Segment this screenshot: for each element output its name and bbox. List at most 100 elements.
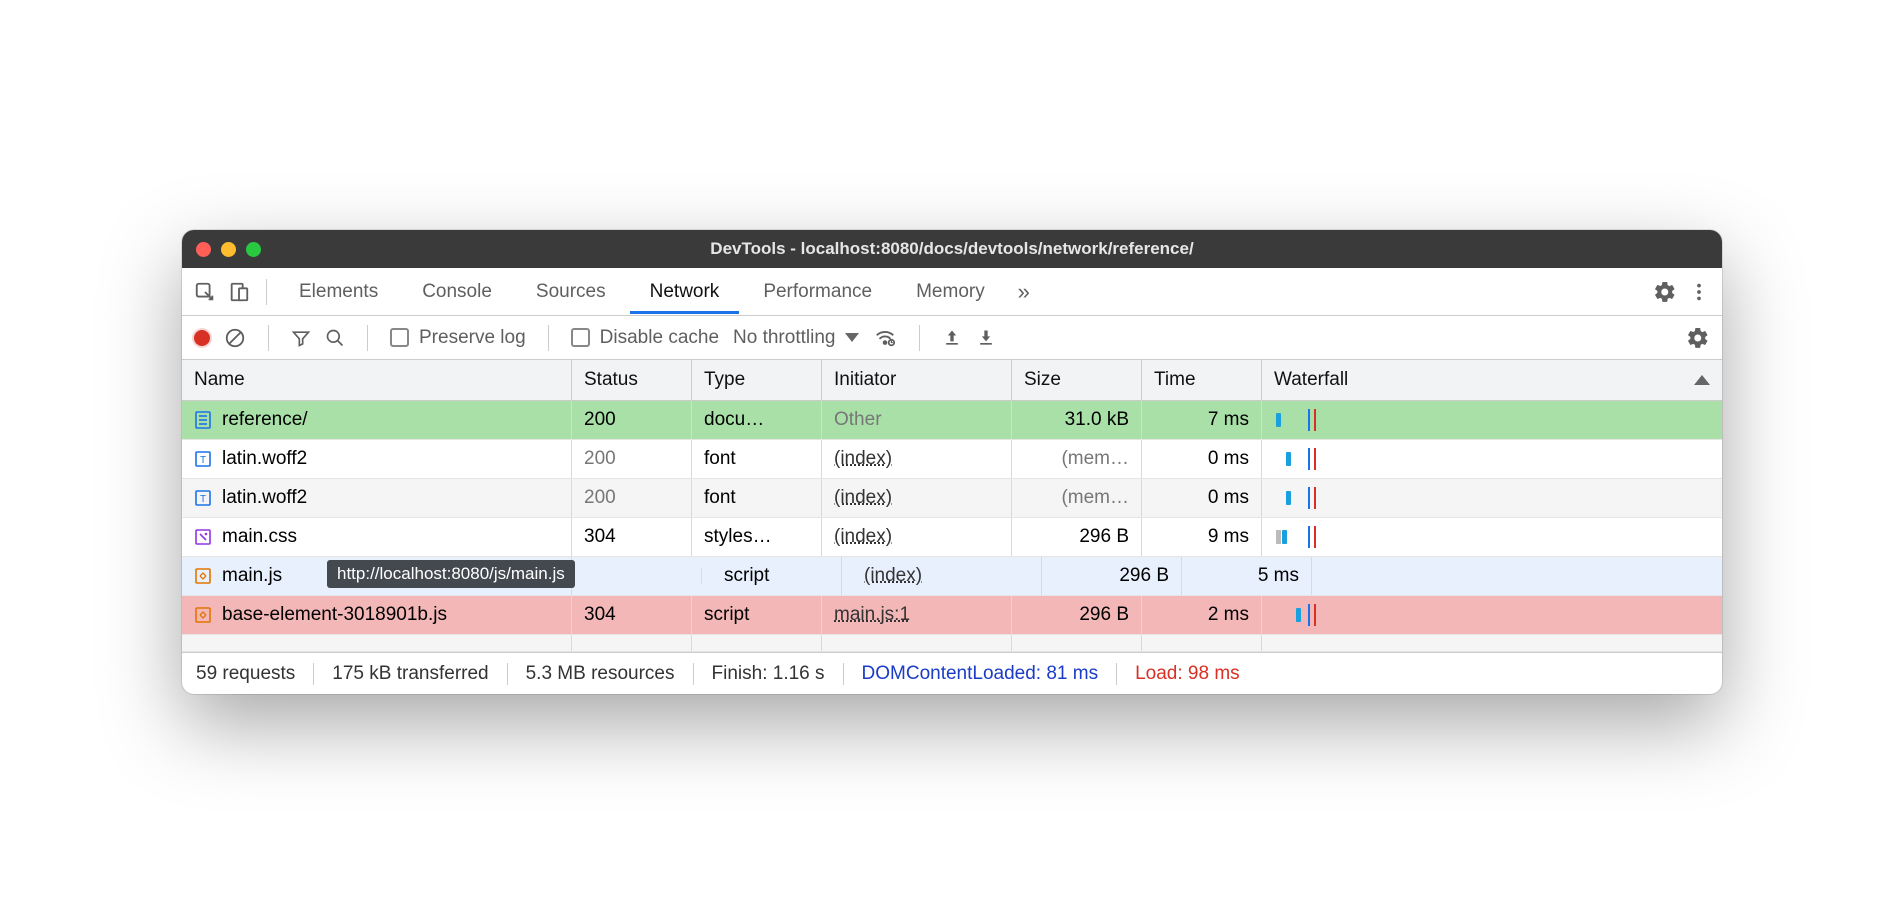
cell-status: 304 <box>572 596 692 634</box>
col-initiator[interactable]: Initiator <box>822 360 1012 400</box>
initiator-link[interactable]: main.js:1 <box>834 604 910 626</box>
cell-type: styles… <box>692 518 822 556</box>
cell-status: 200 <box>572 440 692 478</box>
cell-initiator: (index) <box>852 557 1042 595</box>
inspect-element-icon[interactable] <box>190 281 220 303</box>
col-time[interactable]: Time <box>1142 360 1262 400</box>
request-row[interactable]: base-element-3018901b.js304scriptmain.js… <box>182 596 1722 635</box>
doc-file-icon <box>194 411 212 429</box>
cell-initiator <box>822 635 1012 651</box>
js-file-icon <box>194 606 212 624</box>
more-tabs-icon[interactable]: » <box>1009 279 1039 305</box>
search-icon[interactable] <box>325 328 345 348</box>
col-type[interactable]: Type <box>692 360 822 400</box>
cell-time: 0 ms <box>1142 440 1262 478</box>
tab-sources[interactable]: Sources <box>516 270 626 314</box>
cell-status: 200 <box>572 401 692 439</box>
cell-time: 0 ms <box>1142 479 1262 517</box>
font-file-icon: T <box>194 450 212 468</box>
cell-size <box>1012 635 1142 651</box>
cell-waterfall <box>1262 440 1722 478</box>
col-status[interactable]: Status <box>572 360 692 400</box>
stat-load: Load: 98 ms <box>1117 663 1258 685</box>
request-row[interactable]: reference/200docu…Other31.0 kB7 ms <box>182 401 1722 440</box>
initiator-link[interactable]: (index) <box>864 565 922 587</box>
initiator-link[interactable]: (index) <box>834 526 892 548</box>
col-name[interactable]: Name <box>182 360 572 400</box>
initiator-link[interactable]: (index) <box>834 448 892 470</box>
network-statusbar: 59 requests 175 kB transferred 5.3 MB re… <box>182 652 1722 694</box>
cell-name <box>182 635 572 651</box>
disable-cache-checkbox[interactable]: Disable cache <box>571 327 719 349</box>
request-name: latin.woff2 <box>222 448 307 470</box>
request-name: main.css <box>222 526 297 548</box>
cell-initiator: (index) <box>822 518 1012 556</box>
throttling-select[interactable]: No throttling <box>733 327 859 349</box>
request-name: base-element-3018901b.js <box>222 604 447 626</box>
stat-resources: 5.3 MB resources <box>508 663 694 685</box>
more-menu-icon[interactable] <box>1684 281 1714 303</box>
filter-icon[interactable] <box>291 328 311 348</box>
cell-initiator: (index) <box>822 440 1012 478</box>
tab-elements[interactable]: Elements <box>279 270 398 314</box>
cell-type: font <box>692 479 822 517</box>
request-row[interactable]: main.jshttp://localhost:8080/js/main.js s… <box>182 557 1722 596</box>
settings-icon[interactable] <box>1650 280 1680 304</box>
url-tooltip: http://localhost:8080/js/main.js <box>327 560 572 588</box>
titlebar: DevTools - localhost:8080/docs/devtools/… <box>182 230 1722 268</box>
panel-settings-icon[interactable] <box>1686 326 1710 350</box>
stat-transferred: 175 kB transferred <box>314 663 507 685</box>
separator <box>266 279 267 305</box>
device-toolbar-icon[interactable] <box>224 281 254 303</box>
devtools-window: DevTools - localhost:8080/docs/devtools/… <box>182 230 1722 694</box>
tab-memory[interactable]: Memory <box>896 270 1005 314</box>
cell-type: docu… <box>692 401 822 439</box>
record-button[interactable] <box>194 330 210 346</box>
cell-waterfall <box>1262 635 1722 651</box>
request-row[interactable]: Tlatin.woff2200font(index)(mem…0 ms <box>182 479 1722 518</box>
tab-performance[interactable]: Performance <box>743 270 892 314</box>
network-table-header: Name Status Type Initiator Size Time Wat… <box>182 360 1722 401</box>
request-row[interactable] <box>182 635 1722 652</box>
cell-waterfall <box>1262 401 1722 439</box>
cell-name: reference/ <box>182 401 572 439</box>
upload-har-icon[interactable] <box>942 328 962 348</box>
initiator-link[interactable]: (index) <box>834 487 892 509</box>
cell-initiator: Other <box>822 401 1012 439</box>
cell-size: (mem… <box>1012 440 1142 478</box>
svg-text:T: T <box>200 455 206 466</box>
cell-size: (mem… <box>1012 479 1142 517</box>
cell-status: 304 <box>572 518 692 556</box>
cell-type: font <box>692 440 822 478</box>
cell-size: 296 B <box>1012 596 1142 634</box>
network-conditions-icon[interactable] <box>873 327 897 349</box>
cell-time: 5 ms <box>1192 557 1312 595</box>
request-name: latin.woff2 <box>222 487 307 509</box>
stat-domcontentloaded: DOMContentLoaded: 81 ms <box>844 663 1118 685</box>
preserve-log-checkbox[interactable]: Preserve log <box>390 327 526 349</box>
sort-asc-icon <box>1694 375 1710 385</box>
cell-time <box>1142 635 1262 651</box>
cell-initiator: (index) <box>822 479 1012 517</box>
request-row[interactable]: Tlatin.woff2200font(index)(mem…0 ms <box>182 440 1722 479</box>
network-toolbar: Preserve log Disable cache No throttling <box>182 316 1722 360</box>
download-har-icon[interactable] <box>976 328 996 348</box>
col-size[interactable]: Size <box>1012 360 1142 400</box>
tab-console[interactable]: Console <box>402 270 512 314</box>
js-file-icon <box>194 567 212 585</box>
window-title: DevTools - localhost:8080/docs/devtools/… <box>182 239 1722 259</box>
col-waterfall[interactable]: Waterfall <box>1262 360 1722 400</box>
cell-type <box>692 635 822 651</box>
cell-name: main.jshttp://localhost:8080/js/main.js <box>182 557 572 595</box>
cell-name: Tlatin.woff2 <box>182 440 572 478</box>
cell-waterfall <box>1262 596 1722 634</box>
cell-initiator: main.js:1 <box>822 596 1012 634</box>
request-row[interactable]: main.css304styles…(index)296 B9 ms <box>182 518 1722 557</box>
main-tabbar: ElementsConsoleSourcesNetworkPerformance… <box>182 268 1722 316</box>
request-name: reference/ <box>222 409 308 431</box>
cell-waterfall <box>1322 568 1722 584</box>
cell-type: script <box>712 557 842 595</box>
clear-button[interactable] <box>224 327 246 349</box>
tab-network[interactable]: Network <box>630 270 740 314</box>
cell-name: base-element-3018901b.js <box>182 596 572 634</box>
